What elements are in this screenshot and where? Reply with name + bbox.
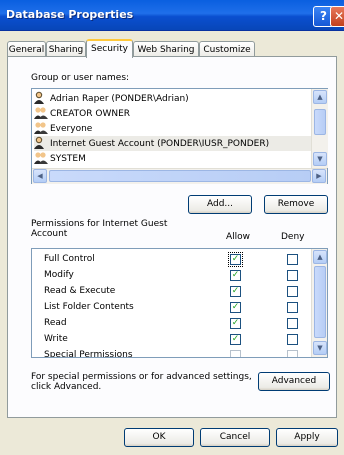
permissions-vscroll[interactable]: ▲ ▼ xyxy=(311,249,327,357)
scroll-thumb[interactable] xyxy=(49,170,311,182)
user-name: CREATOR OWNER xyxy=(50,109,131,119)
allow-checkbox[interactable]: ✓ xyxy=(230,302,241,313)
window-title: Database Properties xyxy=(6,8,134,21)
permissions-list: Full Control ✓ Modify ✓ Read & Execute ✓… xyxy=(31,248,328,358)
group-label: Group or user names: xyxy=(31,73,130,83)
scroll-down-icon[interactable]: ▼ xyxy=(313,152,327,166)
deny-checkbox[interactable] xyxy=(287,334,298,345)
advanced-button-label: Advanced xyxy=(271,376,317,386)
scroll-up-icon[interactable]: ▲ xyxy=(313,90,327,104)
permission-row: Modify xyxy=(44,270,74,280)
scroll-up-icon[interactable]: ▲ xyxy=(313,250,327,264)
deny-checkbox[interactable] xyxy=(287,350,298,357)
user-icon xyxy=(34,91,44,104)
deny-checkbox[interactable] xyxy=(287,254,298,265)
permission-row: Special Permissions xyxy=(44,350,133,358)
cancel-button[interactable]: Cancel xyxy=(200,428,270,447)
tab-general[interactable]: General xyxy=(7,41,46,57)
list-item[interactable]: Internet Guest Account (PONDER\IUSR_POND… xyxy=(34,136,316,151)
permission-row: Write xyxy=(44,334,68,344)
list-item[interactable]: Adrian Raper (PONDER\Adrian) xyxy=(34,91,189,106)
add-button-label: Add... xyxy=(206,199,233,209)
allow-header: Allow xyxy=(226,232,251,242)
tab-web-sharing[interactable]: Web Sharing xyxy=(133,41,199,57)
permissions-label-cont: Account xyxy=(31,229,68,239)
permissions-label: Permissions for Internet Guest xyxy=(31,219,168,229)
allow-checkbox[interactable]: ✓ xyxy=(230,270,241,281)
deny-checkbox[interactable] xyxy=(287,270,298,281)
user-list-vscroll[interactable]: ▲ ▼ xyxy=(311,89,328,168)
title-bar: Database Properties ? ✕ xyxy=(0,0,344,31)
tab-customize[interactable]: Customize xyxy=(199,41,255,57)
group-icon xyxy=(34,107,48,119)
advanced-note: For special permissions or for advanced … xyxy=(31,372,252,382)
deny-checkbox[interactable] xyxy=(287,286,298,297)
list-item[interactable]: SYSTEM xyxy=(34,151,86,166)
user-name: Adrian Raper (PONDER\Adrian) xyxy=(50,94,189,104)
group-icon xyxy=(34,122,48,134)
scroll-down-icon[interactable]: ▼ xyxy=(313,341,327,355)
allow-checkbox[interactable]: ✓ xyxy=(230,286,241,297)
user-name: SYSTEM xyxy=(50,154,86,164)
deny-checkbox[interactable] xyxy=(287,318,298,329)
deny-header: Deny xyxy=(281,232,305,242)
permission-row: Read xyxy=(44,318,67,328)
allow-checkbox[interactable] xyxy=(230,350,241,357)
remove-button[interactable]: Remove xyxy=(264,195,328,214)
user-icon xyxy=(34,136,44,149)
user-name: Everyone xyxy=(50,124,93,134)
deny-checkbox[interactable] xyxy=(287,302,298,313)
advanced-button[interactable]: Advanced xyxy=(258,372,330,391)
ok-button-label: OK xyxy=(152,432,166,442)
add-button[interactable]: Add... xyxy=(188,195,252,214)
allow-checkbox[interactable]: ✓ xyxy=(230,334,241,345)
remove-button-label: Remove xyxy=(277,199,315,209)
group-icon xyxy=(34,152,48,164)
close-icon[interactable]: ✕ xyxy=(330,6,344,27)
permission-row: Full Control xyxy=(44,254,95,264)
allow-checkbox[interactable]: ✓ xyxy=(228,252,243,267)
permission-row: Read & Execute xyxy=(44,286,116,296)
user-list-hscroll[interactable]: ◀ ▶ xyxy=(32,168,327,184)
scroll-thumb[interactable] xyxy=(314,266,326,338)
advanced-note-cont: click Advanced. xyxy=(31,382,102,392)
list-item[interactable]: Everyone xyxy=(34,121,92,136)
scroll-left-icon[interactable]: ◀ xyxy=(33,169,47,183)
user-name: Internet Guest Account (PONDER\IUSR_POND… xyxy=(50,139,270,149)
tab-security[interactable]: Security xyxy=(86,39,133,58)
scroll-thumb[interactable] xyxy=(314,109,326,135)
ok-button[interactable]: OK xyxy=(124,428,194,447)
list-item[interactable]: CREATOR OWNER xyxy=(34,106,130,121)
allow-checkbox[interactable]: ✓ xyxy=(230,318,241,329)
scroll-right-icon[interactable]: ▶ xyxy=(312,169,326,183)
user-list[interactable]: Adrian Raper (PONDER\Adrian) CREATOR OWN… xyxy=(31,88,328,184)
tab-sharing[interactable]: Sharing xyxy=(46,41,86,57)
permission-row: List Folder Contents xyxy=(44,302,134,312)
apply-button-label: Apply xyxy=(294,432,320,442)
apply-button[interactable]: Apply xyxy=(276,428,338,447)
cancel-button-label: Cancel xyxy=(219,432,251,442)
